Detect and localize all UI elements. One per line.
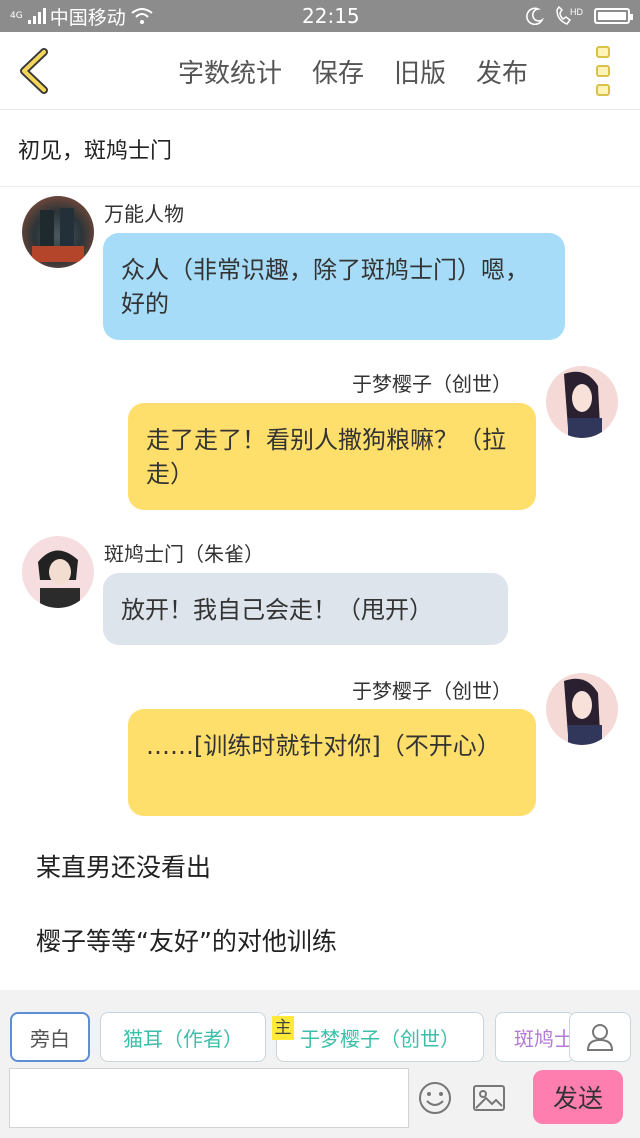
network-tag: 4G [10, 10, 23, 21]
narration-line[interactable]: 某直男还没看出 [36, 848, 211, 884]
message-bubble[interactable]: 放开！我自己会走！（甩开） [103, 573, 508, 645]
role-tab-author[interactable]: 猫耳（作者） [100, 1012, 266, 1062]
carrier-label: 中国移动 [49, 6, 126, 29]
hd-call-icon: HD [556, 6, 583, 25]
speaker-name: 万能人物 [104, 202, 184, 226]
main-character-tag: 主 [272, 1016, 294, 1040]
battery-icon [594, 8, 633, 24]
editor-toolbar: 字数统计 保存 旧版 发布 [0, 32, 640, 110]
moon-icon [526, 7, 544, 25]
input-panel: 旁白 猫耳（作者） 于梦樱子（创世） 斑鸠士 发送 [0, 990, 640, 1138]
message-input[interactable] [9, 1068, 409, 1128]
back-chevron-icon[interactable] [14, 48, 54, 94]
image-icon[interactable] [471, 1080, 507, 1116]
message-bubble[interactable]: 众人（非常识趣，除了斑鸠士门）嗯，好的 [103, 233, 565, 340]
send-button[interactable]: 发送 [533, 1070, 623, 1124]
emoji-icon[interactable] [417, 1080, 453, 1116]
message-bubble[interactable]: ……[训练时就针对你]（不开心） [128, 709, 536, 816]
save-button[interactable]: 保存 [312, 53, 364, 90]
svg-text:HD: HD [570, 7, 583, 17]
person-icon [586, 1024, 614, 1051]
character-manage-button[interactable] [569, 1012, 631, 1062]
narration-line[interactable]: 樱子等等“友好”的对他训练 [36, 922, 337, 958]
avatar[interactable] [22, 536, 94, 608]
old-version-button[interactable]: 旧版 [394, 53, 446, 90]
message-bubble[interactable]: 走了走了！看别人撒狗粮嘛？（拉走） [128, 403, 536, 510]
role-tab-sakurako[interactable]: 于梦樱子（创世） [276, 1012, 484, 1062]
role-tab-narrator[interactable]: 旁白 [10, 1012, 90, 1062]
avatar[interactable] [546, 366, 618, 438]
message-list: 万能人物 众人（非常识趣，除了斑鸠士门）嗯，好的 于梦樱子（创世） 走了走了！看… [0, 188, 640, 988]
speaker-name: 斑鸠士门（朱雀） [104, 542, 264, 566]
more-menu-icon[interactable] [596, 46, 612, 96]
speaker-name: 于梦樱子（创世） [352, 372, 512, 396]
chapter-title[interactable]: 初见，斑鸠士门 [0, 111, 640, 187]
avatar[interactable] [22, 196, 94, 268]
wifi-icon [131, 8, 153, 24]
clock: 22:15 [302, 4, 360, 28]
publish-button[interactable]: 发布 [476, 53, 528, 90]
status-bar: 4G 中国移动 22:15 HD [0, 0, 640, 32]
word-count-button[interactable]: 字数统计 [178, 53, 282, 90]
speaker-name: 于梦樱子（创世） [352, 679, 512, 703]
avatar[interactable] [546, 673, 618, 745]
signal-icon [27, 8, 46, 24]
role-tab-shimon[interactable]: 斑鸠士 [495, 1012, 575, 1062]
